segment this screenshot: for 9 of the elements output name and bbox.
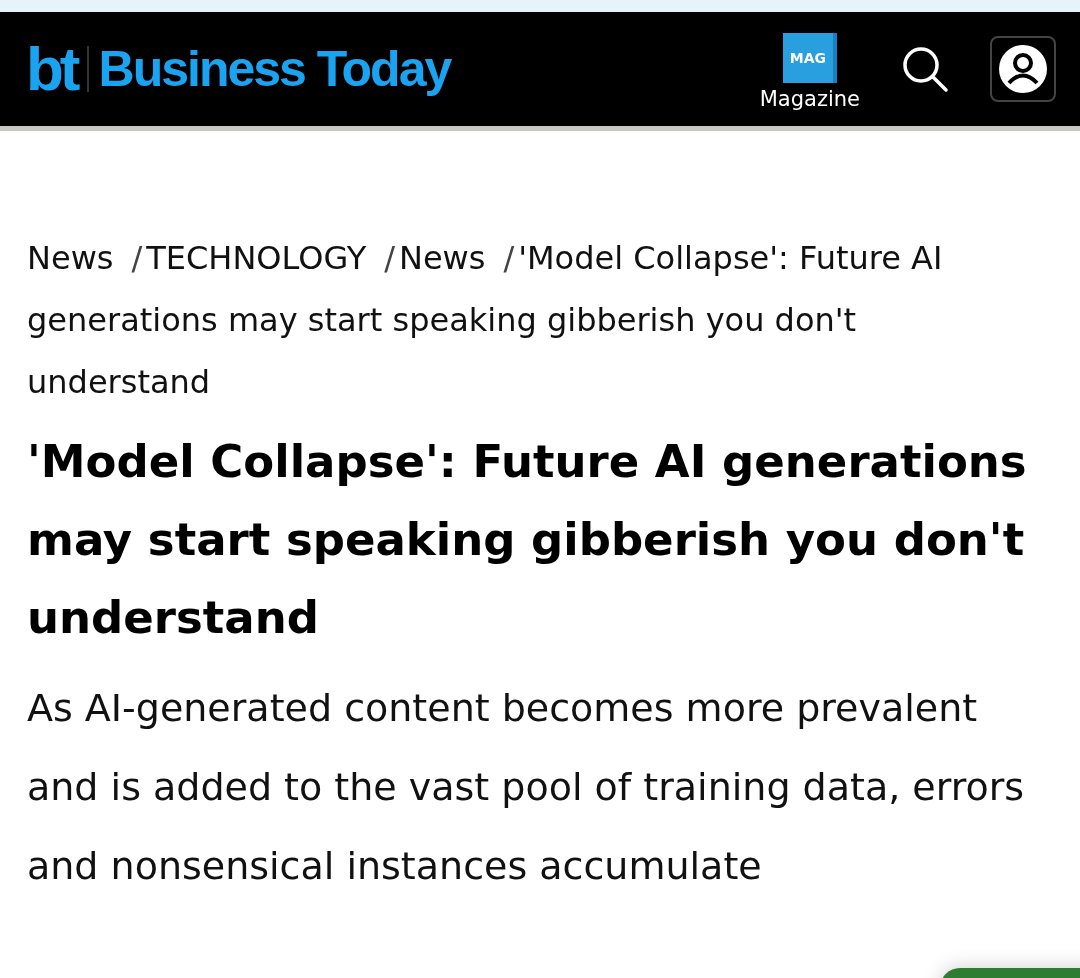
user-icon bbox=[998, 44, 1048, 94]
search-icon[interactable] bbox=[900, 44, 950, 94]
article-summary: As AI-generated content becomes more prevalent and is added to the vast pool of training data, errors and nonsensical instances accumulate bbox=[27, 685, 1026, 890]
account-button[interactable] bbox=[990, 36, 1056, 102]
magazine-link[interactable]: Magazine bbox=[759, 87, 860, 111]
logo-text[interactable]: Business Today bbox=[98, 44, 451, 94]
article-title: 'Model Collapse': Future AI generations may start speaking gibberish you don't understand bbox=[27, 434, 1028, 646]
breadcrumb[interactable]: News /TECHNOLOGY /News /'Model Collapse': Future AI generations may start speaking gibberish you don't understand bbox=[27, 227, 1040, 413]
logo-mark[interactable]: bt bbox=[26, 38, 77, 100]
